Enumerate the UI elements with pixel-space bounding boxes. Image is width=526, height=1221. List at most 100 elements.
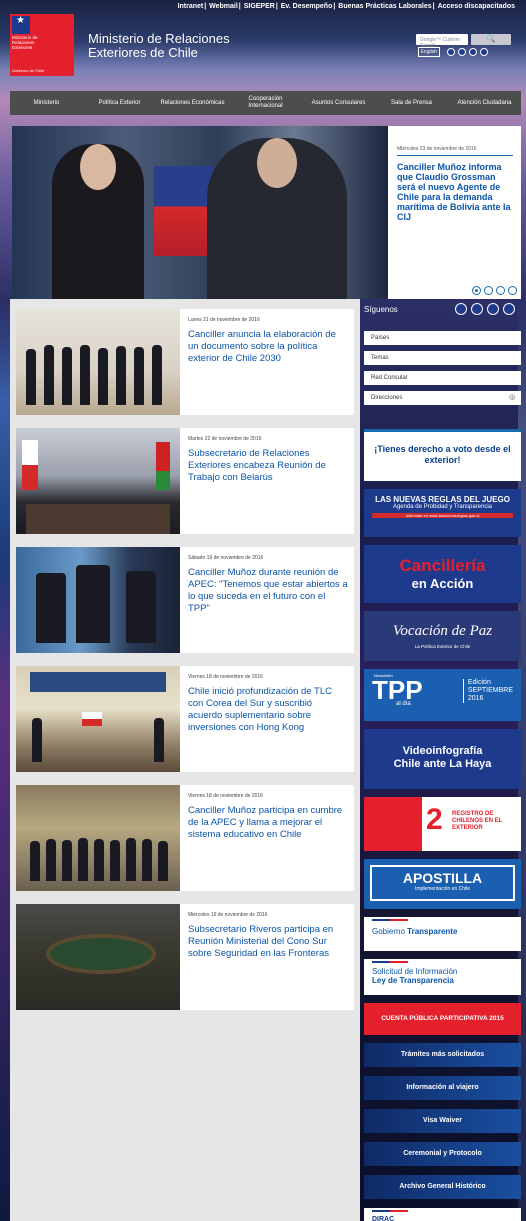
nav-asuntos-consulares[interactable]: Asuntos Consulares <box>302 91 375 115</box>
youtube-icon[interactable] <box>487 303 499 315</box>
nav-atencion-ciudadana[interactable]: Atención Ciudadana <box>448 91 521 115</box>
news-title[interactable]: Subsecretario Riveros participa en Reuni… <box>188 924 348 960</box>
link-ceremonial[interactable]: Ceremonial y Protocolo <box>364 1142 521 1166</box>
plus-icon[interactable]: ⊕ <box>508 393 516 402</box>
top-link-sigeper[interactable]: SIGEPER <box>244 3 275 10</box>
link-solicitud-informacion[interactable]: Solicitud de Información Ley de Transpar… <box>364 959 521 995</box>
news-title[interactable]: Subsecretario de Relaciones Exteriores e… <box>188 448 348 484</box>
news-title[interactable]: Canciller Muñoz participa en cumbre de l… <box>188 805 348 841</box>
follow-label: Síguenos <box>364 305 398 314</box>
accordion-red-consular[interactable]: Red Consular <box>364 371 521 385</box>
youtube-icon[interactable] <box>469 48 477 56</box>
twitter-icon[interactable] <box>480 48 488 56</box>
news-image[interactable] <box>16 547 180 653</box>
table-shape <box>46 934 156 974</box>
person-shape <box>26 349 36 405</box>
ministry-logo[interactable]: Ministerio de Relaciones Exteriores Gobi… <box>10 14 74 76</box>
link-dirac[interactable]: DIRAC <box>364 1208 521 1221</box>
news-image[interactable] <box>16 309 180 415</box>
top-link-webmail[interactable]: Webmail <box>209 3 238 10</box>
news-date: Viernes 18 de noviembre de 2016 <box>188 793 263 799</box>
banner-cancilleria[interactable]: Cancillería en Acción <box>364 545 521 603</box>
top-link-buenas-practicas[interactable]: Buenas Prácticas Laborales <box>338 3 431 10</box>
link-tramites[interactable]: Trámites más solicitados <box>364 1043 521 1067</box>
banner-video-2: Chile ante La Haya <box>393 758 492 770</box>
facebook-icon[interactable] <box>471 303 483 315</box>
accordion-label: Red Consular <box>371 375 408 381</box>
banner-tpp-year: 2016 <box>467 695 484 702</box>
banner-tpp-title: TPP <box>372 675 423 705</box>
news-title[interactable]: Canciller Muñoz durante reunión de APEC:… <box>188 567 348 615</box>
nav-sala-prensa[interactable]: Sala de Prensa <box>375 91 448 115</box>
follow-header: Síguenos <box>364 299 521 319</box>
accordion-paises[interactable]: Países <box>364 331 521 345</box>
top-links: Intranet| Webmail| SIGEPER| Ev. Desempeñ… <box>177 3 515 10</box>
search-input[interactable]: Google™ Custom Search <box>416 34 468 49</box>
english-link[interactable]: English <box>417 47 440 57</box>
news-item[interactable]: Miércoles 16 de noviembre de 2016 Subsec… <box>16 904 354 1010</box>
flickr-icon[interactable] <box>447 48 455 56</box>
banner-tpp-al-dia: al día <box>396 701 411 707</box>
person-shape <box>116 346 126 405</box>
chile-flag <box>154 166 214 256</box>
nav-relaciones-economicas[interactable]: Relaciones Económicas <box>156 91 229 115</box>
instagram-icon[interactable] <box>503 303 515 315</box>
banner-vocacion[interactable]: Vocación de Paz La Política Exterior de … <box>364 611 521 661</box>
news-item[interactable]: Martes 22 de noviembre de 2016 Subsecret… <box>16 428 354 534</box>
flickr-icon[interactable] <box>455 303 467 315</box>
person-shape <box>98 348 108 405</box>
link-gob-2: Transparente <box>407 927 458 936</box>
news-text: Viernes 18 de noviembre de 2016 Chile in… <box>180 666 354 772</box>
table-shape <box>26 504 170 534</box>
link-visa-waiver[interactable]: Visa Waiver <box>364 1109 521 1133</box>
nav-cooperacion[interactable]: Cooperación Internacional <box>229 91 302 115</box>
search-button[interactable]: 🔍 <box>471 34 511 45</box>
facebook-icon[interactable] <box>458 48 466 56</box>
news-image[interactable] <box>16 785 180 891</box>
news-image[interactable] <box>16 904 180 1010</box>
news-image[interactable] <box>16 428 180 534</box>
hero-date: Miércoles 23 de noviembre de 2016 <box>397 146 513 156</box>
hero-caption: Miércoles 23 de noviembre de 2016 Cancil… <box>388 126 521 299</box>
slider-dot-2[interactable] <box>484 286 493 295</box>
banner-registro[interactable]: Chile 2 REGISTRO DE CHILENOS EN EL EXTER… <box>364 797 521 851</box>
top-link-discapacitados[interactable]: Acceso discapacitados <box>438 3 515 10</box>
news-item[interactable]: Viernes 18 de noviembre de 2016 Chile in… <box>16 666 354 772</box>
banner-tpp[interactable]: Newsletter TPP al día Edición SEPTIEMBRE… <box>364 669 521 721</box>
slider-dot-1[interactable] <box>472 286 481 295</box>
link-archivo-historico[interactable]: Archivo General Histórico <box>364 1175 521 1199</box>
news-item[interactable]: Lunes 21 de noviembre de 2016 Canciller … <box>16 309 354 415</box>
banner-voto[interactable]: ¡Tienes derecho a voto desde el exterior… <box>364 429 521 481</box>
news-image[interactable] <box>16 666 180 772</box>
site-title[interactable]: Ministerio de Relaciones Exteriores de C… <box>88 32 230 60</box>
nav-ministerio[interactable]: Ministerio <box>10 91 83 115</box>
hero-title[interactable]: Canciller Muñoz informa que Claudio Gros… <box>397 162 513 222</box>
banner-nuevas-reglas[interactable]: LAS NUEVAS REGLAS DEL JUEGO Agenda de Pr… <box>364 489 521 537</box>
hero-image[interactable] <box>12 126 388 299</box>
accordion-temas[interactable]: Temas <box>364 351 521 365</box>
banner-tpp-edition: Edición SEPTIEMBRE 2016 <box>462 679 513 703</box>
news-item[interactable]: Viernes 18 de noviembre de 2016 Cancille… <box>16 785 354 891</box>
news-title[interactable]: Chile inició profundización de TLC con C… <box>188 686 348 734</box>
cuenta-publica-button[interactable]: CUENTA PÚBLICA PARTICIPATIVA 2015 <box>364 1003 521 1035</box>
person-shape <box>126 838 136 881</box>
slider-dot-3[interactable] <box>496 286 505 295</box>
top-link-desempeno[interactable]: Ev. Desempeño <box>281 3 333 10</box>
link-informacion-viajero[interactable]: Información al viajero <box>364 1076 521 1100</box>
news-text: Martes 22 de noviembre de 2016 Subsecret… <box>180 428 354 534</box>
person-left <box>52 144 144 299</box>
link-gobierno-transparente[interactable]: Gobierno Transparente <box>364 917 521 951</box>
banner-cancilleria-1: Cancillería <box>399 556 486 575</box>
news-item[interactable]: Sábado 19 de noviembre de 2016 Canciller… <box>16 547 354 653</box>
slider-dot-4[interactable] <box>508 286 517 295</box>
top-link-intranet[interactable]: Intranet <box>178 3 204 10</box>
banner-videoinfografia[interactable]: Videoinfografía Chile ante La Haya <box>364 729 521 789</box>
person-shape <box>158 841 168 881</box>
flag-shape <box>156 442 170 490</box>
news-title[interactable]: Canciller anuncia la elaboración de un d… <box>188 329 348 365</box>
banner-apostilla[interactable]: APOSTILLA Implementación en Chile <box>364 859 521 909</box>
accordion-label: Direcciones <box>371 395 403 401</box>
accordion-direcciones[interactable]: Direcciones ⊕ <box>364 391 521 405</box>
banner-tpp-month: SEPTIEMBRE <box>467 687 513 694</box>
nav-politica-exterior[interactable]: Política Exterior <box>83 91 156 115</box>
